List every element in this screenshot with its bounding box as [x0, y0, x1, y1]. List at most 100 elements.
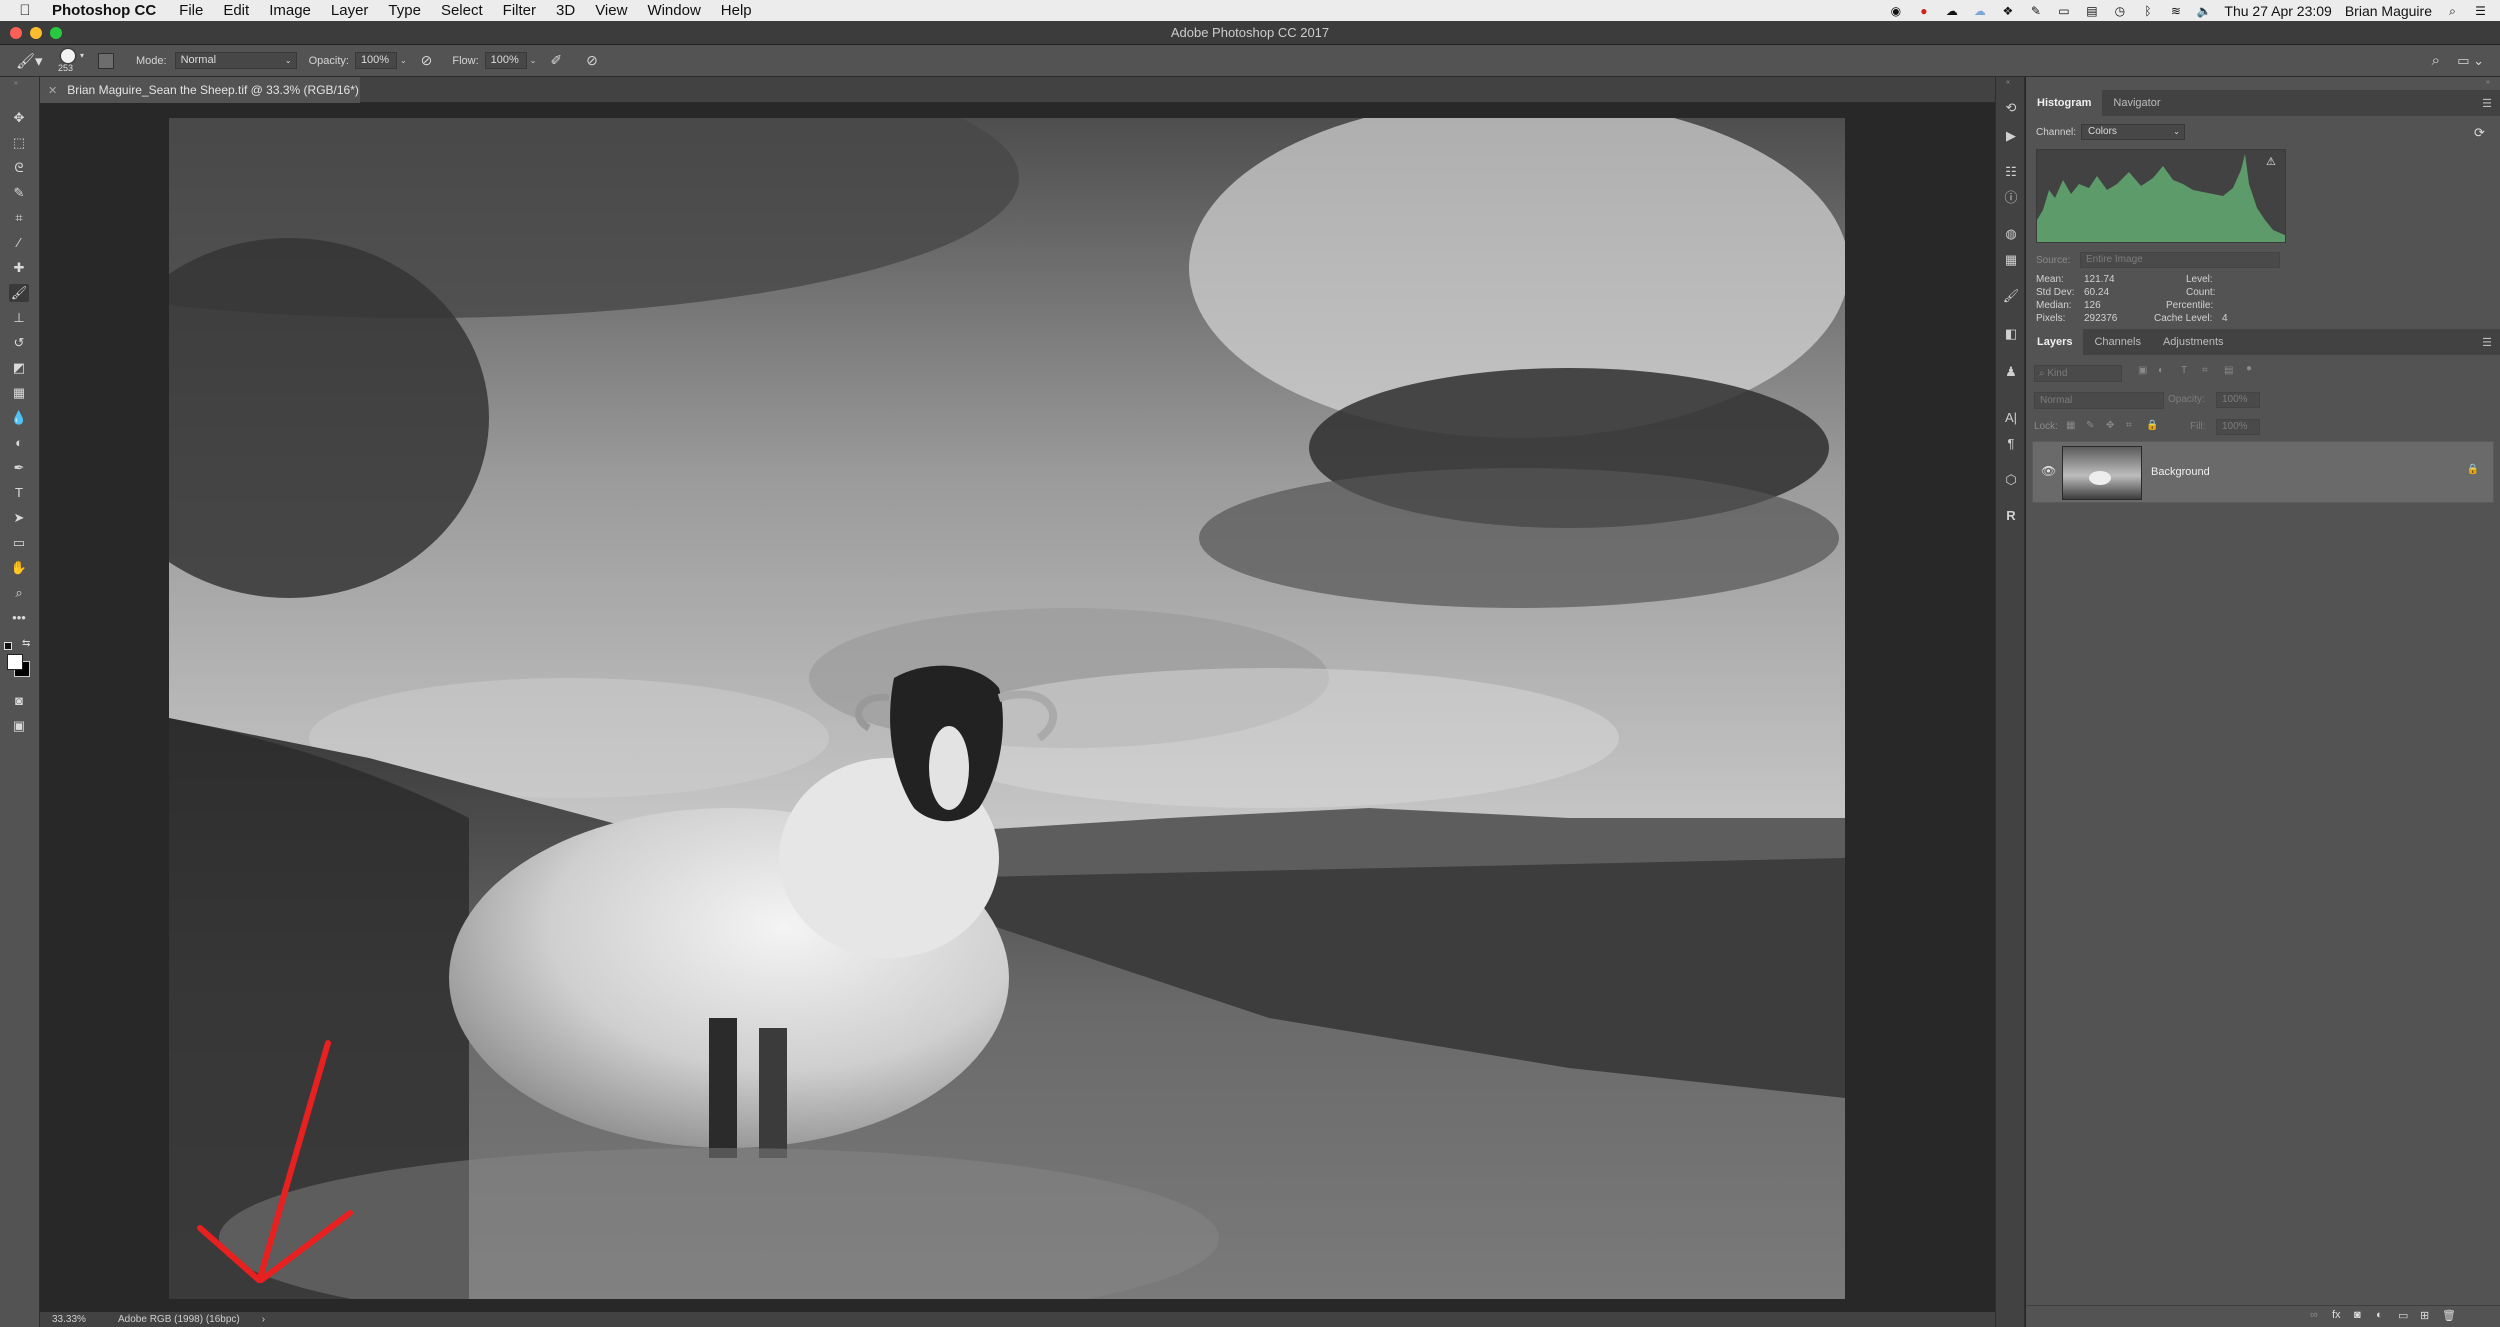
creative-cloud-icon[interactable]: ◉	[1888, 4, 1903, 18]
info-panel-icon[interactable]: ⓘ	[2002, 189, 2020, 207]
eraser-tool-icon[interactable]: ◩	[9, 359, 29, 377]
menu-window[interactable]: Window	[647, 2, 700, 19]
panel-menu-icon[interactable]: ☰	[2482, 97, 2492, 110]
airbrush-icon[interactable]: ✐	[550, 52, 562, 69]
quick-selection-tool-icon[interactable]: ✎	[9, 184, 29, 202]
filter-type-icon[interactable]: T	[2181, 365, 2187, 376]
mode-select[interactable]: Normal ⌄	[174, 52, 297, 69]
bluetooth-icon[interactable]: ᛒ	[2140, 4, 2155, 18]
opacity-field[interactable]: 100%	[354, 52, 397, 69]
blur-tool-icon[interactable]: 💧	[9, 409, 29, 427]
foreground-color-swatch[interactable]	[7, 654, 23, 670]
cloud-sync-icon[interactable]: ☁	[1944, 4, 1959, 18]
filter-shape-icon[interactable]: ⌗	[2202, 365, 2208, 376]
notification-center-icon[interactable]: ☰	[2473, 4, 2488, 18]
volume-icon[interactable]: 🔈	[2196, 4, 2211, 18]
menu-edit[interactable]: Edit	[223, 2, 249, 19]
edit-toolbar-icon[interactable]: •••	[9, 609, 29, 627]
character-panel-icon[interactable]: A|	[2002, 409, 2020, 427]
pressure-size-icon[interactable]: ⊘	[586, 52, 598, 69]
zoom-level[interactable]: 33.33%	[52, 1314, 102, 1325]
lasso-tool-icon[interactable]: ᘓ	[9, 159, 29, 177]
swatches-panel-icon[interactable]: ▦	[2002, 251, 2020, 269]
search-icon[interactable]: ⌕	[2432, 52, 2440, 69]
tab-adjustments[interactable]: Adjustments	[2152, 329, 2235, 355]
quick-mask-icon[interactable]: ◙	[9, 692, 29, 710]
menubar-user[interactable]: Brian Maguire	[2345, 3, 2432, 19]
actions-panel-icon[interactable]: ▶	[2002, 127, 2020, 145]
path-selection-tool-icon[interactable]: ➤	[9, 509, 29, 527]
layer-opacity-field[interactable]: 100%	[2216, 392, 2260, 408]
type-tool-icon[interactable]: T	[9, 484, 29, 502]
app-menu[interactable]: Photoshop CC	[52, 2, 156, 19]
fill-field[interactable]: 100%	[2216, 419, 2260, 435]
filter-smart-object-icon[interactable]: ▤	[2224, 365, 2233, 376]
hand-tool-icon[interactable]: ✋	[9, 559, 29, 577]
source-select[interactable]: Entire Image	[2080, 252, 2280, 268]
workspace-switcher-icon[interactable]: ▭ ⌄	[2457, 53, 2484, 69]
filter-toggle-icon[interactable]: ●	[2246, 363, 2252, 374]
zoom-window-button[interactable]	[50, 27, 62, 39]
menu-view[interactable]: View	[595, 2, 627, 19]
history-brush-tool-icon[interactable]: ↺	[9, 334, 29, 352]
dodge-tool-icon[interactable]: ◐	[9, 434, 29, 452]
flow-field[interactable]: 100%	[484, 52, 527, 69]
time-machine-icon[interactable]: ◷	[2112, 4, 2127, 18]
brush-presets-panel-icon[interactable]: 🖌	[2002, 287, 2020, 305]
layer-style-icon[interactable]: fx	[2332, 1309, 2341, 1321]
zoom-tool-icon[interactable]: ⌕	[9, 584, 29, 602]
lock-position-icon[interactable]: ✥	[2106, 420, 2114, 431]
properties-panel-icon[interactable]: ☷	[2002, 163, 2020, 181]
dock-collapse-icon[interactable]: «	[2006, 79, 2010, 86]
document-tab[interactable]: ✕ Brian Maguire_Sean the Sheep.tif @ 33.…	[40, 77, 360, 103]
menu-3d[interactable]: 3D	[556, 2, 575, 19]
layer-filter-kind[interactable]: ⌕ Kind	[2034, 365, 2122, 382]
spotlight-icon[interactable]: ⌕	[2445, 4, 2460, 18]
menu-help[interactable]: Help	[721, 2, 752, 19]
eye-icon[interactable]: 👁	[2041, 464, 2056, 478]
color-panel-icon[interactable]: ◍	[2002, 225, 2020, 243]
lock-pixels-icon[interactable]: ✎	[2086, 420, 2094, 431]
marquee-tool-icon[interactable]: ⬚	[9, 134, 29, 152]
wifi-icon[interactable]: ≋	[2168, 4, 2183, 18]
close-window-button[interactable]	[10, 27, 22, 39]
eyedropper-tool-icon[interactable]: ⁄	[9, 234, 29, 252]
menu-file[interactable]: File	[179, 2, 203, 19]
app-status-icon[interactable]: ●	[1916, 4, 1931, 18]
link-layers-icon[interactable]: ∞	[2310, 1309, 2318, 1321]
toolbar-collapse-icon[interactable]: »	[14, 80, 18, 87]
menu-select[interactable]: Select	[441, 2, 483, 19]
new-group-icon[interactable]: ▭	[2398, 1309, 2408, 1322]
filter-pixel-icon[interactable]: ▣	[2138, 365, 2147, 376]
clone-source-panel-icon[interactable]: ♟	[2002, 363, 2020, 381]
script-editor-icon[interactable]: ✎	[2028, 4, 2043, 18]
move-tool-icon[interactable]: ✥	[9, 109, 29, 127]
panels-collapse-icon[interactable]: »	[2486, 79, 2490, 86]
layer-row-background[interactable]: 👁 Background 🔒	[2032, 441, 2494, 503]
display-icon[interactable]: ▭	[2056, 4, 2071, 18]
screen-mode-icon[interactable]: ▣	[9, 717, 29, 735]
new-layer-icon[interactable]: ⊞	[2420, 1309, 2429, 1322]
dropbox-icon[interactable]: ❖	[2000, 4, 2015, 18]
menu-image[interactable]: Image	[269, 2, 311, 19]
healing-brush-tool-icon[interactable]: ✚	[9, 259, 29, 277]
layers-panel-menu-icon[interactable]: ☰	[2482, 336, 2492, 349]
apple-menu-icon[interactable]: 	[10, 2, 40, 19]
tab-histogram[interactable]: Histogram	[2026, 90, 2103, 116]
status-menu-arrow-icon[interactable]: ›	[262, 1314, 265, 1325]
rectangle-tool-icon[interactable]: ▭	[9, 534, 29, 552]
canvas-area[interactable]	[40, 103, 1995, 1314]
paragraph-panel-icon[interactable]: ¶	[2002, 435, 2020, 453]
clipping-warning-icon[interactable]: ⚠	[2266, 155, 2276, 168]
menubar-clock[interactable]: Thu 27 Apr 23:09	[2224, 3, 2331, 19]
3d-panel-icon[interactable]: ⬡	[2002, 471, 2020, 489]
notes-icon[interactable]: ▤	[2084, 4, 2099, 18]
tab-layers[interactable]: Layers	[2026, 329, 2084, 355]
brush-preset-picker[interactable]: 253 ▾	[58, 46, 92, 76]
new-adjustment-layer-icon[interactable]: ◐	[2376, 1309, 2383, 1321]
gradient-tool-icon[interactable]: ▦	[9, 384, 29, 402]
swap-colors-icon[interactable]: ⇆	[22, 638, 30, 649]
close-document-icon[interactable]: ✕	[48, 84, 57, 97]
lock-artboard-icon[interactable]: ⌗	[2126, 420, 2132, 431]
refresh-histogram-icon[interactable]: ⟳	[2474, 125, 2485, 141]
